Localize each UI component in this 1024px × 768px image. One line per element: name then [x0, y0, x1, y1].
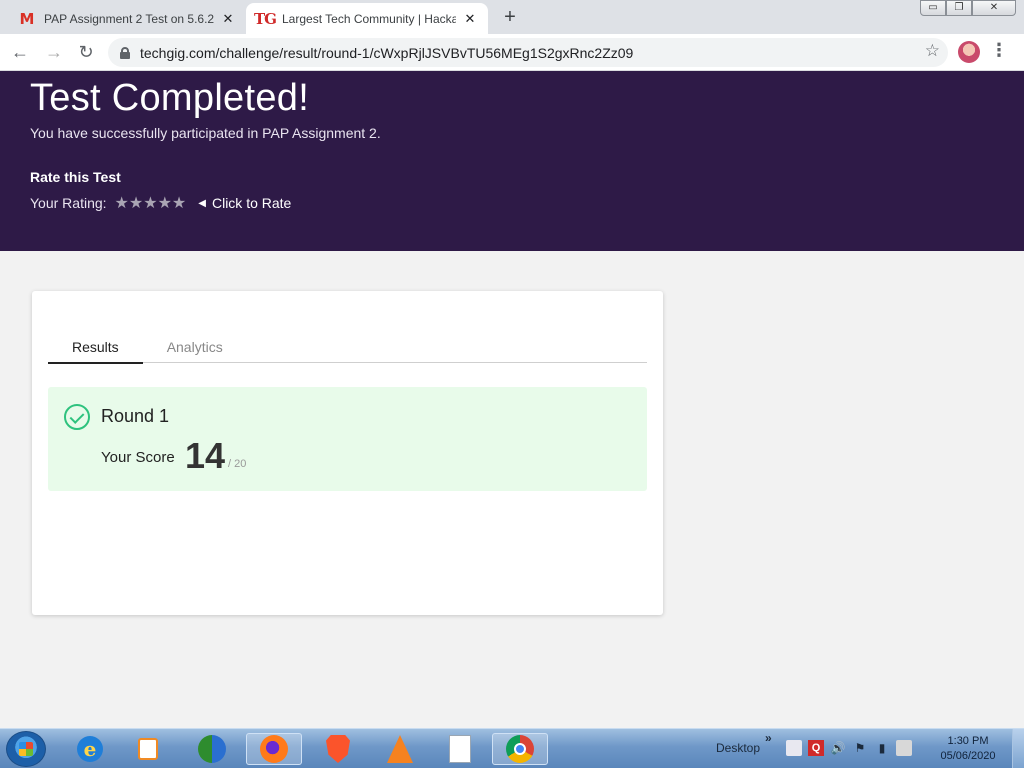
rating-stars[interactable]: ★★★★★	[115, 193, 187, 213]
system-clock[interactable]: 1:30 PM 05/06/2020	[936, 734, 1000, 764]
result-banner: Test Completed! You have successfully pa…	[0, 71, 1024, 251]
restore-button[interactable]: ❐	[946, 0, 972, 16]
round-result-box: Round 1 Your Score 14 / 20	[48, 387, 647, 491]
forward-button[interactable]: →	[42, 40, 66, 64]
volume-icon[interactable]: 🔊	[830, 740, 846, 756]
result-card: Results Analytics Round 1 Your Score 14 …	[32, 291, 663, 615]
address-bar[interactable]: techgig.com/challenge/result/round-1/cWx…	[108, 38, 948, 67]
start-button[interactable]	[6, 731, 46, 767]
url-text: techgig.com/challenge/result/round-1/cWx…	[140, 44, 634, 61]
action-center-flag-icon[interactable]: ⚑	[852, 740, 868, 756]
browser-toolbar: ← → ↻ techgig.com/challenge/result/round…	[0, 34, 1024, 71]
rate-test-heading: Rate this Test	[30, 169, 121, 185]
firefox-icon[interactable]	[246, 733, 302, 765]
score-value: 14	[185, 435, 226, 476]
window-controls: ▭ ❐ ✕	[920, 0, 1016, 16]
close-window-button[interactable]: ✕	[972, 0, 1016, 16]
network-signal-icon[interactable]: ▮	[874, 740, 890, 756]
profile-avatar[interactable]	[958, 41, 980, 63]
browser-tab-gmail[interactable]: M PAP Assignment 2 Test on 5.6.20 ✕	[8, 3, 246, 34]
check-circle-icon	[64, 404, 90, 430]
bookmark-star-icon[interactable]: ☆	[925, 41, 940, 61]
tab-results[interactable]: Results	[48, 337, 143, 364]
tab-title: PAP Assignment 2 Test on 5.6.20	[44, 11, 214, 26]
globe-icon[interactable]	[194, 733, 230, 765]
result-tabs: Results Analytics	[48, 337, 647, 364]
show-desktop-button[interactable]	[1012, 729, 1024, 768]
reload-button[interactable]: ↻	[74, 40, 98, 64]
rating-row: Your Rating: ★★★★★ ◀ Click to Rate	[30, 193, 291, 213]
power-icon[interactable]	[896, 740, 912, 756]
windows-taskbar: e Desktop » Q 🔊 ⚑ ▮ 1:30 PM 05/06/2020	[0, 728, 1024, 768]
internet-explorer-icon[interactable]: e	[72, 733, 108, 765]
new-tab-button[interactable]: +	[498, 5, 522, 29]
participation-message: You have successfully participated in PA…	[30, 125, 381, 141]
lock-icon	[120, 46, 130, 59]
media-player-icon[interactable]	[130, 733, 166, 765]
page-title: Test Completed!	[30, 77, 310, 119]
score-total: / 20	[228, 458, 247, 470]
toolbar-overflow-icon[interactable]: »	[765, 731, 772, 745]
tray-app-icon[interactable]	[786, 740, 802, 756]
file-icon[interactable]	[442, 733, 478, 765]
techgig-icon: TG	[254, 9, 277, 28]
brave-icon[interactable]	[320, 733, 356, 765]
chrome-icon[interactable]	[492, 733, 548, 765]
minimize-button[interactable]: ▭	[920, 0, 946, 16]
vlc-icon[interactable]	[382, 733, 418, 765]
tab-title: Largest Tech Community | Hacka	[282, 11, 456, 26]
gmail-icon: M	[19, 9, 35, 28]
clock-date: 05/06/2020	[940, 750, 996, 762]
close-tab-icon[interactable]: ✕	[462, 11, 478, 27]
your-rating-label: Your Rating:	[30, 195, 107, 211]
back-button[interactable]: ←	[8, 40, 32, 64]
browser-tab-techgig[interactable]: TG Largest Tech Community | Hacka ✕	[246, 3, 488, 34]
tray-q-icon[interactable]: Q	[808, 740, 824, 756]
round-title: Round 1	[101, 406, 170, 426]
score-label: Your Score	[101, 449, 175, 466]
close-tab-icon[interactable]: ✕	[220, 11, 236, 27]
browser-tab-strip: M PAP Assignment 2 Test on 5.6.20 ✕ TG L…	[0, 0, 1024, 34]
click-to-rate-link[interactable]: Click to Rate	[212, 195, 291, 211]
caret-left-icon: ◀	[198, 197, 206, 209]
system-tray: Q 🔊 ⚑ ▮	[786, 740, 912, 756]
browser-menu-icon[interactable]: ⋮	[990, 40, 1008, 61]
clock-time: 1:30 PM	[947, 735, 989, 747]
desktop-toolbar-label[interactable]: Desktop	[716, 741, 760, 755]
tab-analytics[interactable]: Analytics	[143, 337, 247, 362]
